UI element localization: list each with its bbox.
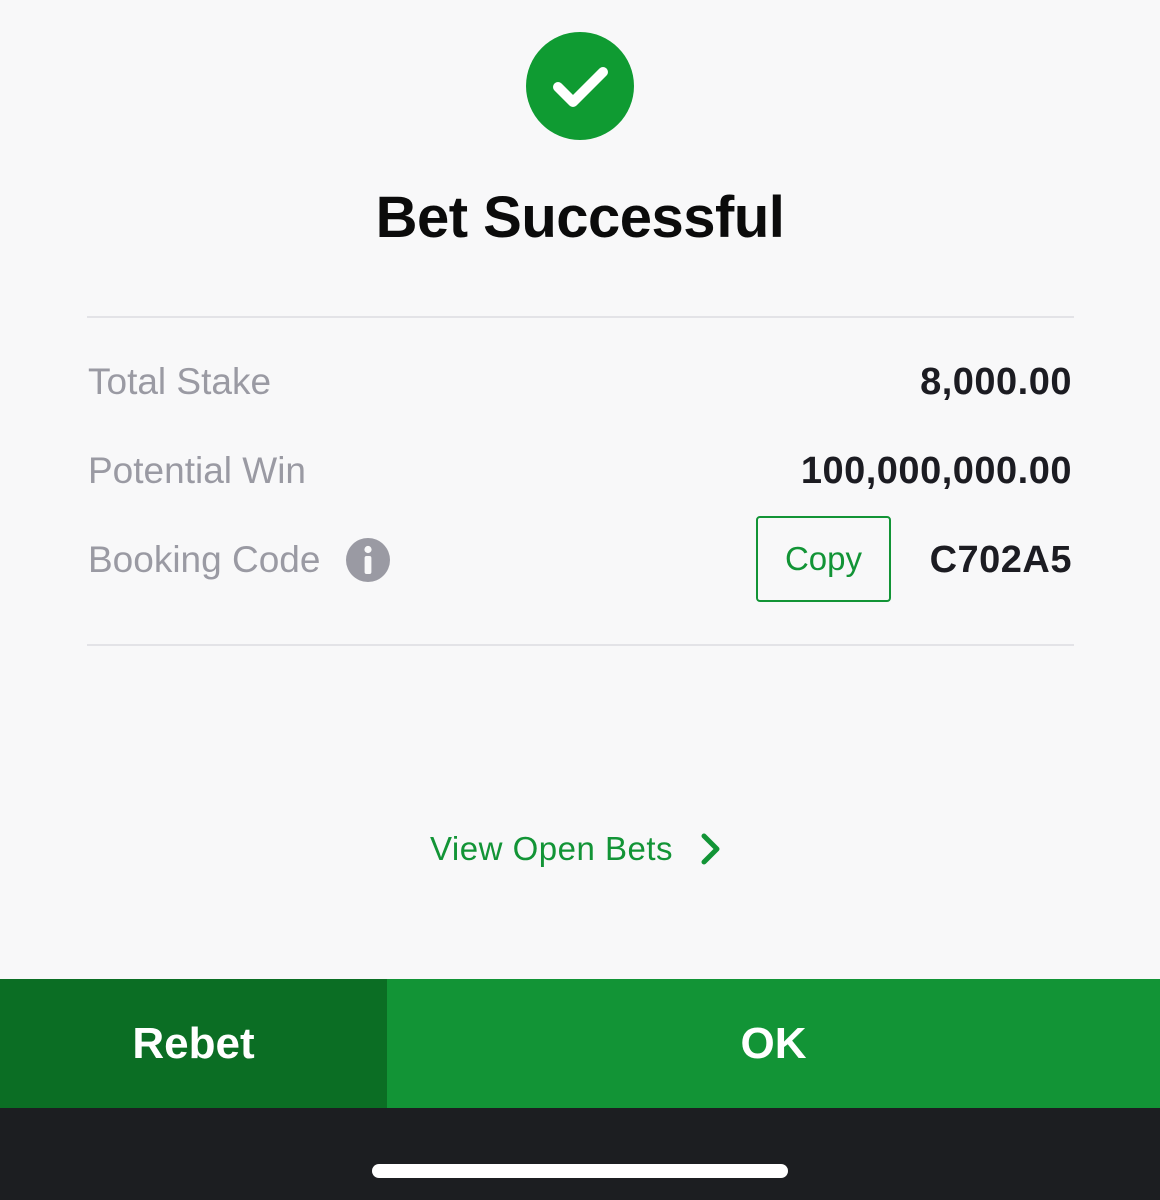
home-indicator[interactable]: [372, 1164, 788, 1178]
view-open-bets-label: View Open Bets: [430, 830, 674, 867]
page-title: Bet Successful: [375, 185, 785, 250]
potential-win-label: Potential Win: [88, 450, 306, 491]
check-circle-icon: [526, 32, 634, 140]
potential-win-value: 100,000,000.00: [800, 450, 1072, 492]
home-bar-area: [0, 1108, 1160, 1200]
booking-code-label: Booking Code: [88, 539, 321, 580]
chevron-right-icon: [701, 833, 720, 865]
top-divider: [87, 316, 1074, 318]
copy-booking-code-button[interactable]: Copy: [756, 516, 891, 602]
booking-code-value: C702A5: [929, 539, 1072, 581]
bottom-divider: [87, 644, 1074, 646]
total-stake-label: Total Stake: [88, 361, 272, 402]
info-icon[interactable]: [346, 538, 390, 582]
view-open-bets-link[interactable]: View Open Bets: [430, 826, 723, 872]
ok-button[interactable]: OK: [387, 979, 1160, 1108]
total-stake-value: 8,000.00: [920, 361, 1072, 403]
rebet-button[interactable]: Rebet: [0, 979, 387, 1108]
